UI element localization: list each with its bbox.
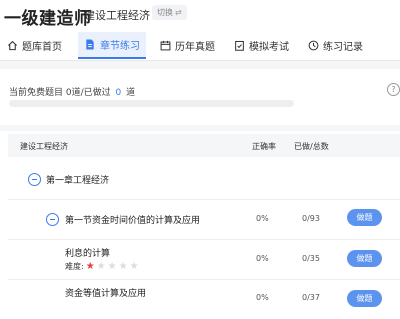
tab-label: 练习记录 [323,42,363,53]
accuracy-value: 0% [256,214,269,223]
progress-suffix: 道 [126,88,136,98]
done-total-value: 0/93 [302,214,320,223]
tab-label: 历年真题 [175,42,215,53]
difficulty-rating: 难度: ★ ★ ★ ★ ★ [65,261,139,272]
tab-label: 模拟考试 [249,42,289,53]
star-icon: ★ [107,260,117,272]
done-total-value: 0/37 [302,293,320,302]
accuracy-value: 0% [256,254,269,263]
header-accuracy: 正确率 [252,142,276,151]
practice-button[interactable]: 做题 [347,290,382,307]
tab-practice-records[interactable]: 练习记录 [307,32,363,59]
done-total-value: 0/35 [302,254,320,263]
difficulty-label: 难度: [65,262,84,271]
swap-icon: ⇄ [175,8,182,17]
table-header: 建设工程经济 正确率 已做/总数 [8,134,400,157]
header-done-total: 已做/总数 [294,142,329,151]
section-divider [0,125,400,131]
done-count: 0 [115,88,122,98]
document-icon [84,39,96,51]
knowledge-point-name: 资金等值计算及应用 [65,289,147,299]
progress-prefix: 当前免费题目 [9,88,64,98]
progress-bar [9,100,294,107]
collapse-icon[interactable] [46,213,59,226]
app-title: 一级建造师 [4,9,92,29]
star-icon: ★ [85,260,95,272]
chapter-row[interactable]: 第一章工程经济 [8,157,400,200]
section-name: 第一节资金时间价值的计算及应用 [65,216,201,226]
accuracy-value: 0% [256,293,269,302]
home-icon [6,40,18,52]
app-header: 一级建造师 建设工程经济 切换 ⇄ [0,0,400,30]
practice-button[interactable]: 做题 [347,250,382,267]
knowledge-point-row[interactable]: 利息的计算 难度: ★ ★ ★ ★ ★ 0% 0/35 做题 [8,239,400,280]
knowledge-point-name: 利息的计算 [65,249,111,259]
section-divider [0,61,400,69]
collapse-icon[interactable] [28,173,41,186]
calendar-icon [159,40,171,52]
section-row[interactable]: 第一节资金时间价值的计算及应用 0% 0/93 做题 [8,199,400,240]
header-subject: 建设工程经济 [20,142,68,151]
tab-bar: 题库首页 章节练习 历年真题 模拟考试 练习记录 [0,32,400,61]
progress-summary: 当前免费题目 0道/已做过 0 道 [9,85,135,98]
subject-name: 建设工程经济 [84,9,150,22]
tab-mock-exam[interactable]: 模拟考试 [233,32,289,59]
star-icon: ★ [118,260,128,272]
tab-past-exams[interactable]: 历年真题 [159,32,215,59]
clipboard-check-icon [233,40,245,52]
practice-button[interactable]: 做题 [347,209,382,226]
switch-subject-button[interactable]: 切换 ⇄ [152,5,187,20]
tab-question-bank-home[interactable]: 题库首页 [6,32,62,59]
star-icon: ★ [96,260,106,272]
clock-icon [307,40,319,52]
star-icon: ★ [129,260,139,272]
chapter-name: 第一章工程经济 [46,176,110,186]
tab-chapter-practice[interactable]: 章节练习 [78,32,146,59]
progress-middle: 道/已做过 [71,88,111,98]
help-icon[interactable]: ? [387,83,400,96]
switch-label: 切换 [157,8,173,17]
tab-label: 章节练习 [100,41,140,52]
progress-section: 当前免费题目 0道/已做过 0 道 ? [0,69,400,125]
tab-label: 题库首页 [22,42,62,53]
knowledge-point-row[interactable]: 资金等值计算及应用 0% 0/37 做题 [8,279,400,319]
